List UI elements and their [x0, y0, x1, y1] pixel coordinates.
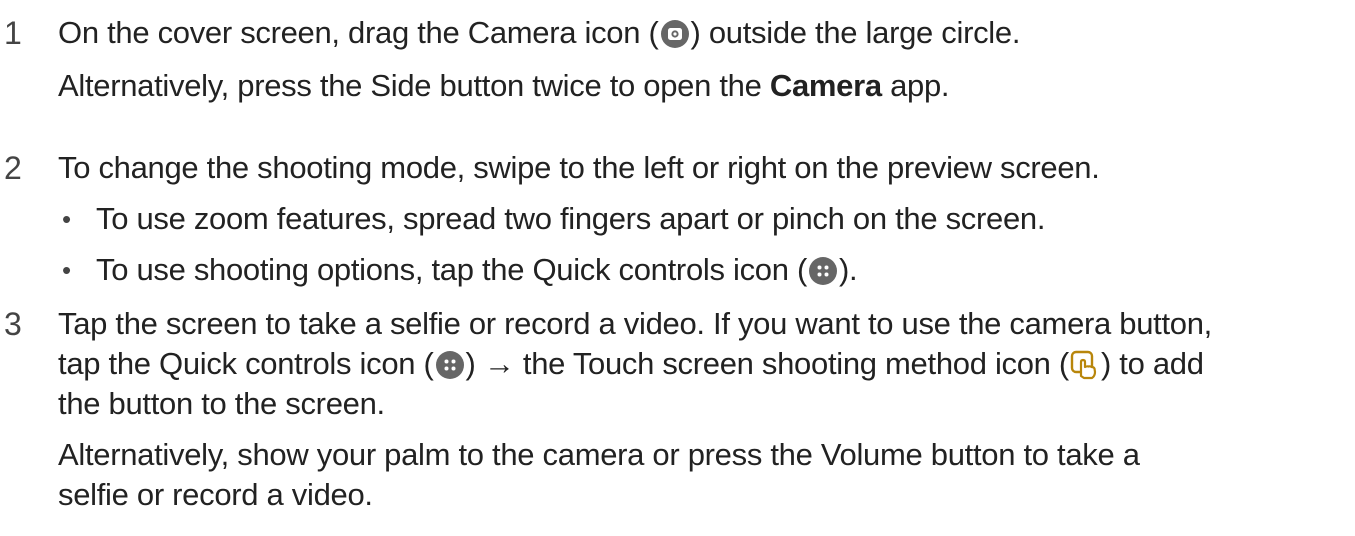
quick-controls-icon: [435, 350, 465, 390]
step-3-line-1: Tap the screen to take a selfie or recor…: [58, 306, 1212, 341]
step-1-text-a: On the cover screen, drag the Camera ico…: [58, 15, 659, 50]
bullet-options-text-b: ).: [838, 252, 858, 287]
bullet-options-text-a: To use shooting options, tap the Quick c…: [96, 252, 807, 287]
step-1-text-b: ) outside the large circle.: [690, 15, 1021, 50]
step-3-line-3: the button to the screen.: [58, 386, 385, 421]
bullet-options-text: To use shooting options, tap the Quick c…: [96, 250, 858, 296]
bullet: •: [62, 255, 72, 285]
step-1-alt-text-a: Alternatively, press the Side button twi…: [58, 68, 770, 103]
step-3-text-mid: ) → the Touch screen shooting method ico…: [465, 346, 1070, 381]
camera-app-name: Camera: [769, 68, 882, 103]
camera-icon: [660, 19, 690, 59]
step-number: 3: [4, 306, 22, 342]
touch-shooting-icon: [1070, 350, 1100, 390]
step-1-line-2: Alternatively, press the Side button twi…: [58, 66, 950, 106]
bullet: •: [62, 204, 72, 234]
step-3-text-b: ) to add: [1100, 346, 1204, 381]
step-2-line-1: To change the shooting mode, swipe to th…: [58, 150, 1100, 185]
step-number: 2: [4, 150, 22, 186]
quick-controls-icon: [808, 256, 838, 296]
step-1-alt-text-b: app.: [881, 68, 950, 103]
step-3-line-5: selfie or record a video.: [58, 477, 373, 512]
step-3-text-a: tap the Quick controls icon (: [58, 346, 434, 381]
bullet-zoom-text: To use zoom features, spread two fingers…: [96, 201, 1046, 236]
step-1-line-1: On the cover screen, drag the Camera ico…: [58, 13, 1020, 59]
step-number: 1: [4, 15, 22, 51]
step-3-line-4: Alternatively, show your palm to the cam…: [58, 437, 1140, 472]
